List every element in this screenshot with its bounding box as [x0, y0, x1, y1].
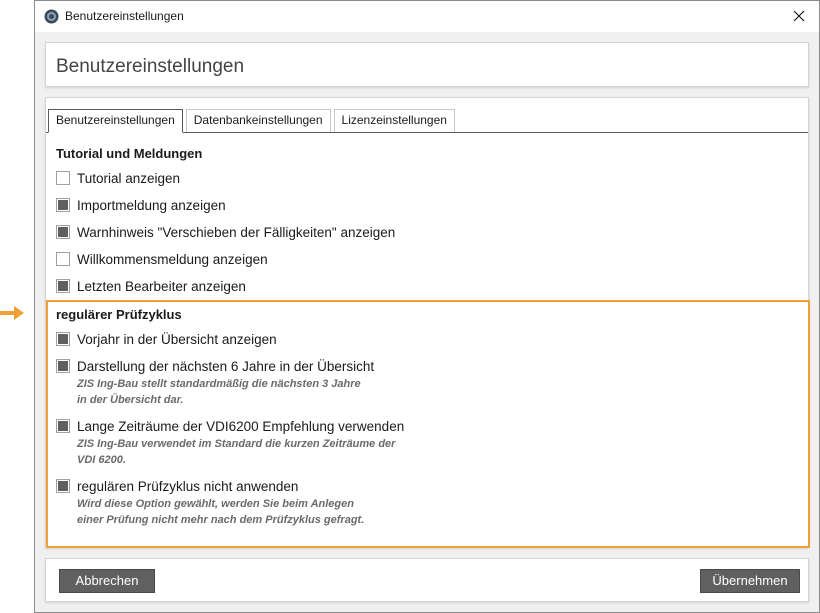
checkbox[interactable]: [56, 419, 70, 433]
option-label: Willkommensmeldung anzeigen: [77, 251, 268, 267]
option-letzten-bearbeiter[interactable]: Letzten Bearbeiter anzeigen: [56, 277, 246, 295]
checkbox[interactable]: [56, 279, 70, 293]
description-line: ZIS Ing-Bau stellt standardmäßig die näc…: [77, 378, 361, 390]
option-description: ZIS Ing-Bau stellt standardmäßig die näc…: [77, 376, 361, 408]
option-description: ZIS Ing-Bau verwendet im Standard die ku…: [77, 436, 395, 468]
option-vorjahr[interactable]: Vorjahr in der Übersicht anzeigen: [56, 330, 277, 348]
option-pruefzyklus-nicht-anwenden[interactable]: regulären Prüfzyklus nicht anwenden: [56, 477, 298, 495]
check-mark: [58, 334, 68, 344]
description-line: Wird diese Option gewählt, werden Sie be…: [77, 498, 354, 510]
settings-dialog: Benutzereinstellungen Benutzereinstellun…: [34, 0, 820, 613]
description-line: einer Prüfung nicht mehr nach dem Prüfzy…: [77, 514, 365, 526]
description-line: in der Übersicht dar.: [77, 394, 184, 406]
page-title: Benutzereinstellungen: [56, 56, 245, 77]
footer-panel: Abbrechen Übernehmen: [45, 558, 809, 602]
option-label: Importmeldung anzeigen: [77, 197, 226, 213]
window-title: Benutzereinstellungen: [65, 9, 184, 23]
cancel-button[interactable]: Abbrechen: [59, 569, 155, 593]
check-mark: [58, 361, 68, 371]
check-mark: [58, 200, 68, 210]
checkbox[interactable]: [56, 479, 70, 493]
checkbox[interactable]: [56, 225, 70, 239]
option-label: Vorjahr in der Übersicht anzeigen: [77, 331, 277, 347]
check-mark: [58, 281, 68, 291]
apply-button[interactable]: Übernehmen: [700, 569, 800, 593]
option-warnhinweis[interactable]: Warnhinweis "Verschieben der Fälligkeite…: [56, 223, 395, 241]
tab-bar: Benutzereinstellungen Datenbankeinstellu…: [48, 109, 458, 133]
option-tutorial[interactable]: Tutorial anzeigen: [56, 169, 180, 187]
option-label: Warnhinweis "Verschieben der Fälligkeite…: [77, 224, 396, 240]
settings-panel: Benutzereinstellungen Datenbankeinstellu…: [45, 97, 810, 548]
option-label: Letzten Bearbeiter anzeigen: [77, 278, 246, 294]
option-description: Wird diese Option gewählt, werden Sie be…: [77, 496, 364, 528]
option-label: Darstellung der nächsten 6 Jahre in der …: [77, 358, 375, 374]
checkbox[interactable]: [56, 198, 70, 212]
option-sechs-jahre[interactable]: Darstellung der nächsten 6 Jahre in der …: [56, 357, 374, 375]
check-mark: [58, 421, 68, 431]
check-mark: [58, 481, 68, 491]
check-mark: [58, 227, 68, 237]
tab-benutzereinstellungen[interactable]: Benutzereinstellungen: [48, 109, 183, 133]
option-label: regulären Prüfzyklus nicht anwenden: [77, 478, 299, 494]
pointer-arrow-icon: [0, 306, 24, 320]
section-title-tutorial: Tutorial und Meldungen: [56, 146, 203, 161]
option-lange-zeitraeume[interactable]: Lange Zeiträume der VDI6200 Empfehlung v…: [56, 417, 404, 435]
header-panel: Benutzereinstellungen: [45, 42, 809, 87]
checkbox[interactable]: [56, 171, 70, 185]
checkbox[interactable]: [56, 252, 70, 266]
section-title-pruefzyklus: regulärer Prüfzyklus: [56, 307, 182, 322]
app-icon: [44, 9, 59, 24]
option-label: Lange Zeiträume der VDI6200 Empfehlung v…: [77, 418, 405, 434]
checkbox[interactable]: [56, 359, 70, 373]
checkbox[interactable]: [56, 332, 70, 346]
description-line: VDI 6200.: [77, 454, 126, 466]
description-line: ZIS Ing-Bau verwendet im Standard die ku…: [77, 438, 396, 450]
title-bar: Benutzereinstellungen: [35, 1, 819, 32]
close-icon[interactable]: [789, 6, 809, 26]
tab-lizenzeinstellungen[interactable]: Lizenzeinstellungen: [333, 109, 455, 132]
option-importmeldung[interactable]: Importmeldung anzeigen: [56, 196, 226, 214]
tab-datenbankeinstellungen[interactable]: Datenbankeinstellungen: [185, 109, 331, 132]
option-willkommensmeldung[interactable]: Willkommensmeldung anzeigen: [56, 250, 268, 268]
option-label: Tutorial anzeigen: [77, 170, 181, 186]
